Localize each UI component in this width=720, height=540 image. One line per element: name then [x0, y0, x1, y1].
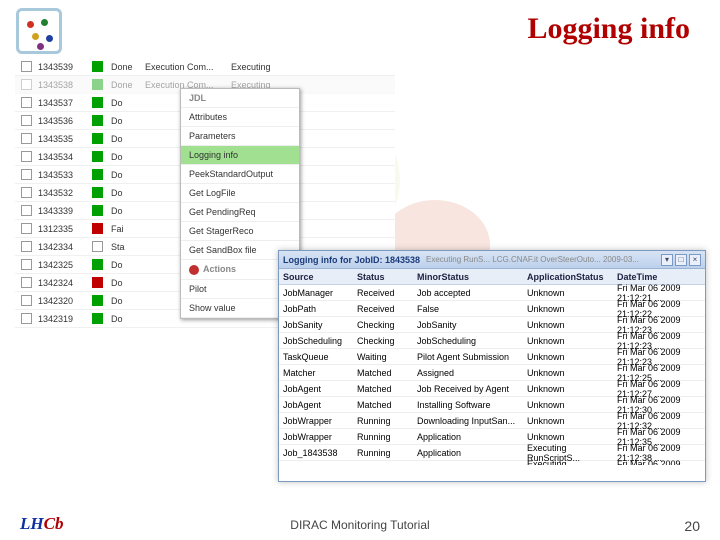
status-square-icon	[92, 223, 103, 234]
menu-item-jdl: JDL	[181, 89, 299, 108]
status-square-icon	[92, 115, 103, 126]
job-id: 1343535	[38, 134, 88, 144]
lhcb-logo: LHCb	[20, 514, 63, 534]
status-text: Do	[111, 278, 145, 288]
minor-status: Execution Com...	[145, 62, 231, 72]
job-id: 1343539	[38, 62, 88, 72]
row-checkbox[interactable]	[21, 259, 32, 270]
row-checkbox[interactable]	[21, 151, 32, 162]
status-square-icon	[92, 79, 103, 90]
column-applicationstatus[interactable]: ApplicationStatus	[527, 272, 617, 282]
logging-info-window: Logging info for JobID: 1843538 Executin…	[278, 250, 706, 482]
status-text: Do	[111, 206, 145, 216]
footer-title: DIRAC Monitoring Tutorial	[290, 518, 429, 532]
action-icon	[189, 265, 199, 275]
job-id: 1343533	[38, 170, 88, 180]
status-square-icon	[92, 277, 103, 288]
window-title: Logging info for JobID: 1843538	[283, 255, 420, 265]
job-id: 1342324	[38, 278, 88, 288]
status-text: Do	[111, 116, 145, 126]
job-id: 1312335	[38, 224, 88, 234]
close-icon[interactable]: ×	[689, 254, 701, 266]
row-checkbox[interactable]	[21, 295, 32, 306]
row-checkbox[interactable]	[21, 61, 32, 72]
status-square-icon	[92, 97, 103, 108]
minimize-icon[interactable]: ▾	[661, 254, 673, 266]
window-subtitle: Executing RunS... LCG.CNAF.it OverSteerO…	[426, 255, 639, 264]
job-id: 1343536	[38, 116, 88, 126]
status-square-icon	[92, 259, 103, 270]
page-number: 20	[684, 518, 700, 534]
job-id: 1343339	[38, 206, 88, 216]
table-row[interactable]: 1343539 DoneExecution Com...Executing	[15, 58, 395, 76]
job-id: 1343534	[38, 152, 88, 162]
status-square-icon	[92, 133, 103, 144]
status-square-icon	[92, 205, 103, 216]
job-id: 1342334	[38, 242, 88, 252]
status-text: Done	[111, 80, 145, 90]
menu-item-peekstandardoutput[interactable]: PeekStandardOutput	[181, 165, 299, 184]
row-checkbox[interactable]	[21, 115, 32, 126]
status-text: Done	[111, 62, 145, 72]
job-id: 1343538	[38, 80, 88, 90]
row-checkbox[interactable]	[21, 133, 32, 144]
log-grid: SourceStatusMinorStatusApplicationStatus…	[279, 269, 705, 465]
row-checkbox[interactable]	[21, 277, 32, 288]
menu-item-attributes[interactable]: Attributes	[181, 108, 299, 127]
status-text: Do	[111, 296, 145, 306]
row-checkbox[interactable]	[21, 223, 32, 234]
status-text: Do	[111, 260, 145, 270]
app-status: Executing	[231, 62, 291, 72]
row-checkbox[interactable]	[21, 205, 32, 216]
status-text: Do	[111, 134, 145, 144]
job-id: 1342325	[38, 260, 88, 270]
status-square-icon	[92, 241, 103, 252]
job-id: 1343532	[38, 188, 88, 198]
status-square-icon	[92, 295, 103, 306]
status-text: Sta	[111, 242, 145, 252]
status-text: Do	[111, 152, 145, 162]
column-source[interactable]: Source	[279, 272, 357, 282]
column-minorstatus[interactable]: MinorStatus	[417, 272, 527, 282]
column-status[interactable]: Status	[357, 272, 417, 282]
palette-logo	[16, 8, 62, 54]
menu-item-get-logfile[interactable]: Get LogFile	[181, 184, 299, 203]
row-checkbox[interactable]	[21, 79, 32, 90]
column-datetime[interactable]: DateTime	[617, 272, 705, 282]
row-checkbox[interactable]	[21, 241, 32, 252]
maximize-icon[interactable]: □	[675, 254, 687, 266]
row-checkbox[interactable]	[21, 187, 32, 198]
job-id: 1342319	[38, 314, 88, 324]
row-checkbox[interactable]	[21, 97, 32, 108]
status-square-icon	[92, 61, 103, 72]
menu-item-get-pendingreq[interactable]: Get PendingReq	[181, 203, 299, 222]
status-text: Do	[111, 98, 145, 108]
job-id: 1343537	[38, 98, 88, 108]
slide-title: Logging info	[527, 12, 690, 46]
window-titlebar[interactable]: Logging info for JobID: 1843538 Executin…	[279, 251, 705, 269]
status-text: Do	[111, 188, 145, 198]
log-row[interactable]: JobWrapperCompletedApplication Finished …	[279, 461, 705, 465]
job-id: 1342320	[38, 296, 88, 306]
row-checkbox[interactable]	[21, 313, 32, 324]
menu-item-get-stagerreco[interactable]: Get StagerReco	[181, 222, 299, 241]
menu-item-logging-info[interactable]: Logging info	[181, 146, 299, 165]
status-square-icon	[92, 151, 103, 162]
row-checkbox[interactable]	[21, 169, 32, 180]
status-square-icon	[92, 187, 103, 198]
status-square-icon	[92, 169, 103, 180]
status-text: Do	[111, 314, 145, 324]
status-square-icon	[92, 313, 103, 324]
status-text: Fai	[111, 224, 145, 234]
menu-item-parameters[interactable]: Parameters	[181, 127, 299, 146]
status-text: Do	[111, 170, 145, 180]
